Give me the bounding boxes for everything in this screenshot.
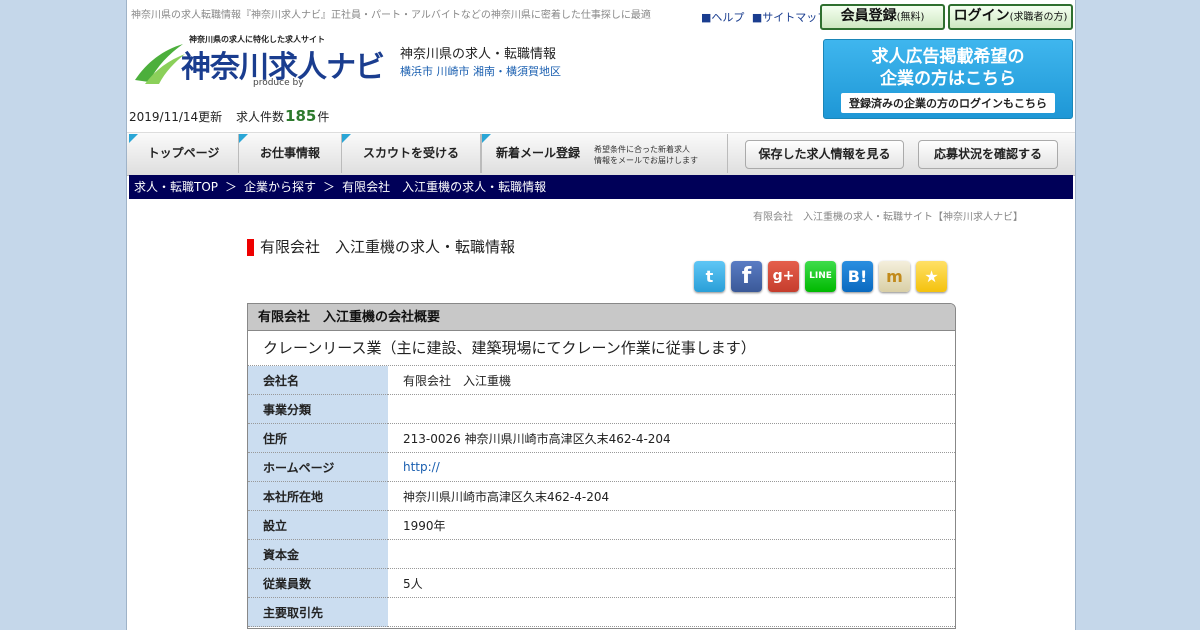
row-value bbox=[388, 597, 955, 627]
row-label: 事業分類 bbox=[248, 394, 388, 424]
employer-banner[interactable]: 求人広告掲載希望の 企業の方はこちら 登録済みの企業の方のログインもこちら bbox=[823, 39, 1073, 119]
login-button-label: ログイン bbox=[953, 8, 1010, 24]
row-value: 有限会社 入江重機 bbox=[388, 366, 955, 395]
row-value bbox=[388, 539, 955, 569]
row-label: 本社所在地 bbox=[248, 481, 388, 511]
page-title: 有限会社 入江重機の求人・転職情報 bbox=[247, 239, 515, 256]
job-stats: 2019/11/14更新 求人件数185件 bbox=[129, 107, 329, 125]
line-icon[interactable]: LINE bbox=[805, 261, 836, 292]
mixi-icon[interactable]: m bbox=[879, 261, 910, 292]
breadcrumb-item-companies[interactable]: 企業から探す bbox=[244, 180, 316, 194]
homepage-link[interactable]: http:// bbox=[388, 452, 955, 482]
count-label: 求人件数 bbox=[236, 110, 285, 124]
row-value: 213-0026 神奈川県川崎市高津区久末462-4-204 bbox=[388, 423, 955, 453]
count-unit: 件 bbox=[317, 110, 330, 124]
breadcrumb-separator: ＞ bbox=[225, 180, 238, 194]
twitter-icon[interactable]: t bbox=[694, 261, 725, 292]
sitemap-link[interactable]: ■サイトマップ bbox=[752, 11, 828, 24]
breadcrumb: 求人・転職TOP ＞ 企業から探す ＞ 有限会社 入江重機の求人・転職情報 bbox=[129, 175, 1073, 199]
nav-mail-sub1: 希望条件に合った新着求人 bbox=[594, 145, 690, 154]
company-profile: 有限会社 入江重機の会社概要 クレーンリース業（主に建設、建築現場にてクレーン作… bbox=[247, 303, 956, 629]
nav-jobs[interactable]: お仕事情報 bbox=[239, 134, 342, 173]
update-date: 2019/11/14更新 bbox=[129, 110, 223, 124]
banner-line2: 企業の方はこちら bbox=[880, 69, 1016, 89]
logo-produce: produce by bbox=[253, 78, 304, 88]
row-label: 主要取引先 bbox=[248, 597, 388, 627]
page-container: 神奈川県の求人転職情報『神奈川求人ナビ』正社員・パート・アルバイトなどの神奈川県… bbox=[126, 0, 1076, 630]
application-status-button[interactable]: 応募状況を確認する bbox=[918, 140, 1058, 169]
table-row: 主要取引先 bbox=[248, 597, 955, 627]
nav-scout-label: スカウトを受ける bbox=[362, 146, 459, 160]
site-description: 神奈川県の求人・転職情報 bbox=[400, 47, 557, 62]
row-label: 従業員数 bbox=[248, 568, 388, 598]
company-info-table: 会社名 有限会社 入江重機 事業分類 住所 213-0026 神奈川県川崎市高津… bbox=[248, 366, 955, 627]
page-subtitle: 有限会社 入江重機の求人・転職サイト【神奈川求人ナビ】 bbox=[753, 212, 1023, 223]
saved-jobs-button[interactable]: 保存した求人情報を見る bbox=[745, 140, 904, 169]
row-label: 資本金 bbox=[248, 539, 388, 569]
login-button[interactable]: ログイン(求職者の方) bbox=[948, 4, 1073, 30]
star-icon[interactable]: ★ bbox=[916, 261, 947, 292]
nav-top-label: トップページ bbox=[147, 146, 220, 160]
banner-login: 登録済みの企業の方のログインもこちら bbox=[841, 93, 1055, 113]
nav-mail-label: 新着メール登録 bbox=[495, 146, 580, 160]
site-areas[interactable]: 横浜市 川崎市 湘南・横須賀地区 bbox=[400, 63, 561, 79]
nav-mail[interactable]: 新着メール登録 希望条件に合った新着求人 情報をメールでお届けします bbox=[481, 134, 728, 173]
register-button-note: (無料) bbox=[896, 12, 925, 23]
header-tagline: 神奈川県の求人転職情報『神奈川求人ナビ』正社員・パート・アルバイトなどの神奈川県… bbox=[131, 10, 651, 21]
banner-line1: 求人広告掲載希望の bbox=[871, 47, 1025, 67]
breadcrumb-item-top[interactable]: 求人・転職TOP bbox=[134, 180, 218, 194]
nav-mail-sub: 希望条件に合った新着求人 情報をメールでお届けします bbox=[594, 144, 698, 166]
row-label: 設立 bbox=[248, 510, 388, 540]
help-link[interactable]: ■ヘルプ bbox=[701, 11, 744, 24]
google-plus-icon[interactable]: g+ bbox=[768, 261, 799, 292]
facebook-icon[interactable]: f bbox=[731, 261, 762, 292]
nav-scout[interactable]: スカウトを受ける bbox=[342, 134, 481, 173]
breadcrumb-separator: ＞ bbox=[323, 180, 336, 194]
row-label: 住所 bbox=[248, 423, 388, 453]
register-button[interactable]: 会員登録(無料) bbox=[820, 4, 945, 30]
row-label: ホームページ bbox=[248, 452, 388, 482]
table-row: 住所 213-0026 神奈川県川崎市高津区久末462-4-204 bbox=[248, 423, 955, 453]
login-button-note: (求職者の方) bbox=[1009, 12, 1068, 23]
table-row: ホームページ http:// bbox=[248, 452, 955, 482]
job-count: 185 bbox=[285, 107, 317, 125]
top-links: ■ヘルプ ■サイトマップ bbox=[701, 9, 832, 25]
company-profile-title: 有限会社 入江重機の会社概要 bbox=[248, 304, 955, 331]
breadcrumb-item-current: 有限会社 入江重機の求人・転職情報 bbox=[342, 180, 547, 194]
row-label: 会社名 bbox=[248, 366, 388, 395]
table-row: 設立 1990年 bbox=[248, 510, 955, 540]
table-row: 事業分類 bbox=[248, 394, 955, 424]
register-button-label: 会員登録 bbox=[840, 8, 897, 24]
nav-top[interactable]: トップページ bbox=[129, 134, 239, 173]
site-logo[interactable]: 神奈川県の求人に特化した求人サイト 神奈川求人ナビ produce by bbox=[133, 34, 385, 90]
nav-jobs-label: お仕事情報 bbox=[259, 146, 320, 160]
row-value: 5人 bbox=[388, 568, 955, 598]
table-row: 本社所在地 神奈川県川崎市高津区久末462-4-204 bbox=[248, 481, 955, 511]
company-catchphrase: クレーンリース業（主に建設、建築現場にてクレーン作業に従事します） bbox=[248, 331, 955, 366]
row-value bbox=[388, 394, 955, 424]
table-row: 従業員数 5人 bbox=[248, 568, 955, 598]
row-value: 1990年 bbox=[388, 510, 955, 540]
row-value: 神奈川県川崎市高津区久末462-4-204 bbox=[388, 481, 955, 511]
table-row: 会社名 有限会社 入江重機 bbox=[248, 366, 955, 395]
logo-swoosh-icon bbox=[135, 44, 185, 84]
hatena-bookmark-icon[interactable]: B! bbox=[842, 261, 873, 292]
table-row: 資本金 bbox=[248, 539, 955, 569]
main-nav: トップページ お仕事情報 スカウトを受ける 新着メール登録 希望条件に合った新着… bbox=[127, 132, 1075, 176]
nav-mail-sub2: 情報をメールでお届けします bbox=[594, 156, 698, 165]
